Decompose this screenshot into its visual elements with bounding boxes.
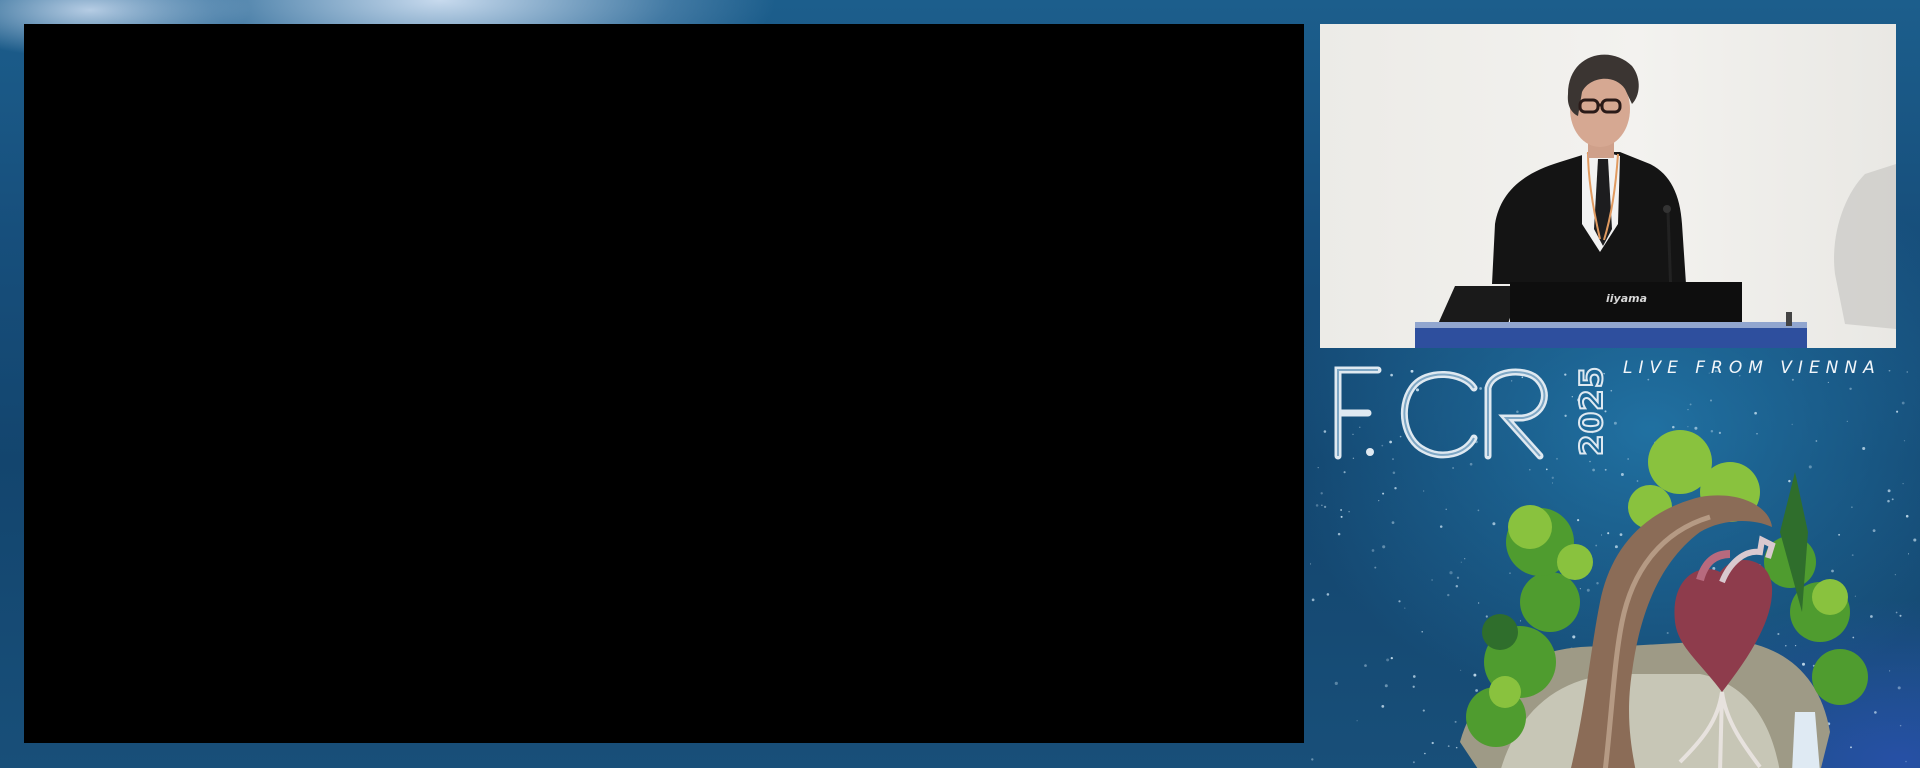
event-branding: 2025 LIVE FROM VIENNA bbox=[1320, 352, 1920, 768]
star-dot bbox=[1317, 466, 1319, 469]
speaker-video: iiyama bbox=[1320, 24, 1896, 348]
speaker-figure bbox=[1492, 54, 1686, 284]
stream-layout: iiyama 2025 LIVE FROM VIENNA bbox=[0, 0, 1920, 768]
star-dot bbox=[1311, 598, 1315, 602]
star-dot bbox=[1310, 562, 1312, 565]
star-dot bbox=[1315, 504, 1319, 507]
star-dot bbox=[1311, 758, 1314, 761]
monitor-brand-label: iiyama bbox=[1606, 292, 1647, 305]
tree-heart-island-icon bbox=[1460, 430, 1868, 768]
presentation-slide bbox=[24, 24, 1304, 743]
live-from-vienna-label: LIVE FROM VIENNA bbox=[1623, 358, 1881, 378]
lectern bbox=[1415, 326, 1807, 348]
